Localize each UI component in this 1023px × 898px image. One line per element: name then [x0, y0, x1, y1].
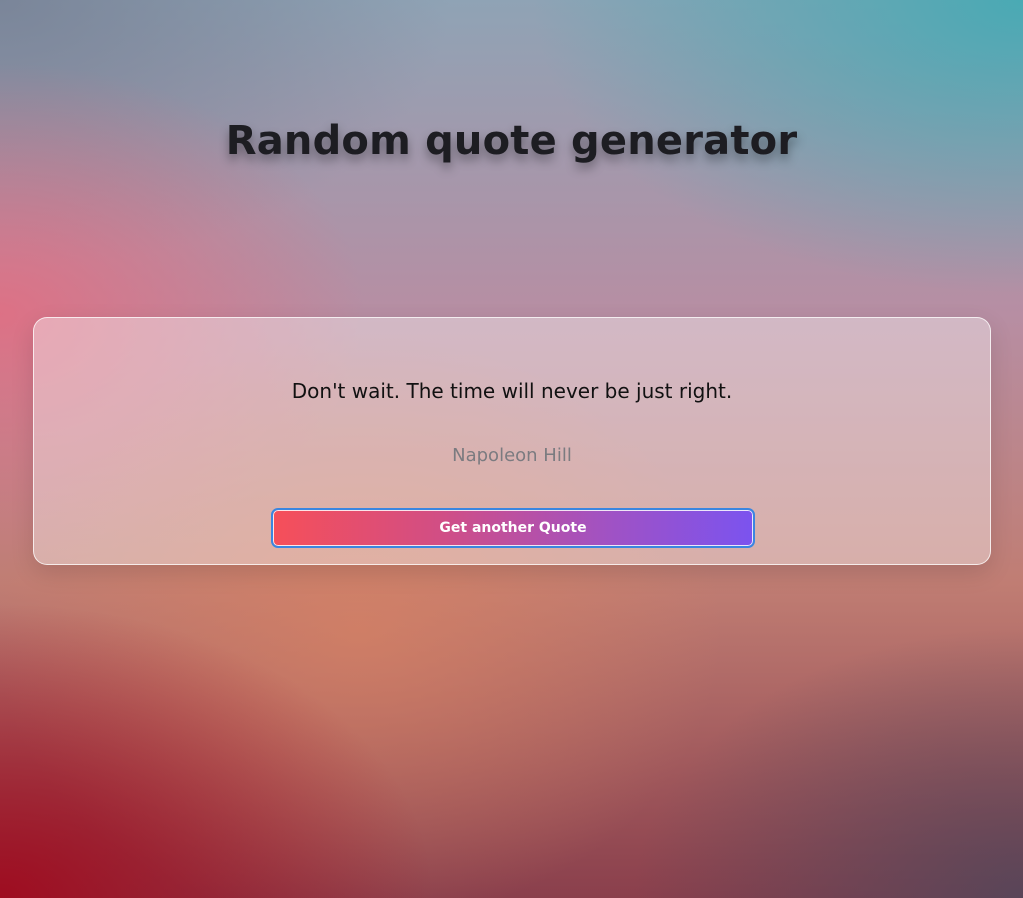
quote-author: Napoleon Hill: [452, 445, 572, 466]
get-another-quote-button[interactable]: Get another Quote: [271, 508, 755, 548]
page-title: Random quote generator: [225, 118, 798, 164]
quote-text: Don't wait. The time will never be just …: [291, 379, 733, 403]
quote-card: Don't wait. The time will never be just …: [33, 317, 991, 565]
